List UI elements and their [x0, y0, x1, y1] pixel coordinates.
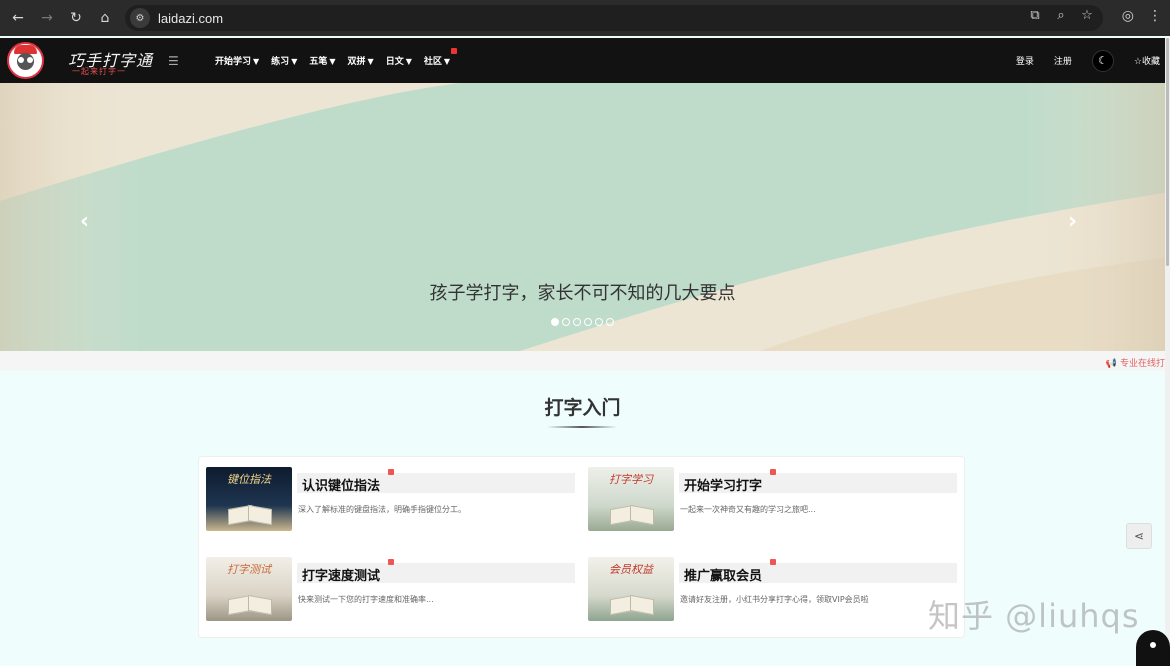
- page-scrollbar[interactable]: [1165, 38, 1170, 666]
- card-title[interactable]: 认识键位指法: [302, 475, 380, 494]
- carousel-next-icon[interactable]: ›: [1068, 209, 1077, 234]
- chevron-down-icon: ▼: [329, 57, 336, 66]
- card-description: 一起来一次神奇又有趣的学习之旅吧...: [680, 505, 816, 514]
- banner-caption[interactable]: 孩子学打字，家长不可不知的几大要点: [0, 279, 1165, 305]
- notice-text: 📢 专业在线打: [1106, 356, 1165, 369]
- site-logo[interactable]: [7, 42, 44, 79]
- menu-item-japanese[interactable]: 日文 ▼: [386, 54, 412, 67]
- favorite-link[interactable]: ☆收藏: [1134, 54, 1160, 67]
- carousel-dot[interactable]: [595, 318, 603, 326]
- menu-label: 社区: [423, 57, 442, 67]
- site-header: 巧手打字通 一起来打字一 ☰ 开始学习 ▼ 练习 ▼ 五笔 ▼ 双拼 ▼ 日文 ▼ 社区 ▼…: [0, 38, 1165, 83]
- zoom-icon[interactable]: ⌕: [1053, 8, 1069, 23]
- install-app-icon[interactable]: ⧉: [1027, 8, 1043, 23]
- carousel-dot[interactable]: [551, 318, 559, 326]
- banner-background: [0, 83, 1165, 351]
- carousel-prev-icon[interactable]: ‹: [80, 209, 89, 234]
- logo-face-shape: [17, 53, 34, 70]
- watermark: 知乎 @liuhqs: [928, 597, 1140, 635]
- reload-icon[interactable]: ↻: [65, 7, 87, 29]
- site-info-icon[interactable]: ⚙: [130, 8, 150, 28]
- book-icon: [228, 593, 272, 613]
- menu-item-practice[interactable]: 练习 ▼: [271, 54, 297, 67]
- carousel-indicators: [551, 318, 614, 326]
- section-title: 打字入门: [544, 397, 621, 419]
- menu-item-shuangpin[interactable]: 双拼 ▼: [348, 54, 374, 67]
- home-icon[interactable]: ⌂: [94, 7, 116, 29]
- theme-toggle-icon[interactable]: ☾: [1091, 49, 1114, 72]
- menu-item-start-learning[interactable]: 开始学习 ▼: [215, 54, 259, 67]
- login-link[interactable]: 登录: [1016, 54, 1034, 67]
- card-description: 深入了解标准的键盘指法，明确手指键位分工。: [298, 505, 466, 514]
- thumb-label: 打字测试: [227, 563, 271, 576]
- profile-icon[interactable]: ◎: [1122, 8, 1134, 24]
- card-keyboard-fingering[interactable]: 键位指法 认识键位指法 深入了解标准的键盘指法，明确手指键位分工。: [199, 457, 575, 531]
- menu-label: 日文: [385, 57, 404, 67]
- card-header: 认识键位指法: [297, 469, 575, 494]
- card-thumbnail[interactable]: 打字测试: [206, 557, 292, 621]
- menu-label: 练习: [271, 57, 290, 67]
- megaphone-icon: 📢: [1105, 359, 1120, 369]
- main-menu: 开始学习 ▼ 练习 ▼ 五笔 ▼ 双拼 ▼ 日文 ▼ 社区 ▼: [215, 48, 462, 67]
- card-speed-test[interactable]: 打字测试 打字速度测试 快来测试一下您的打字速度和准确率...: [199, 547, 575, 621]
- browser-toolbar: ← → ↻ ⌂ ⚙ laidazi.com ⧉ ⌕ ☆ ◎ ⋮: [0, 0, 1170, 36]
- bookmark-star-icon[interactable]: ☆: [1079, 8, 1095, 23]
- title-divider: [547, 426, 617, 428]
- book-icon: [610, 503, 654, 523]
- chevron-down-icon: ▼: [367, 57, 374, 66]
- mascot-widget[interactable]: [1136, 630, 1170, 666]
- thumb-label: 键位指法: [227, 473, 271, 486]
- menu-item-wubi[interactable]: 五笔 ▼: [309, 54, 335, 67]
- chevron-down-icon: ▼: [443, 57, 451, 66]
- card-description: 邀请好友注册，小红书分享打字心得，领取VIP会员啦: [680, 595, 869, 604]
- card-description: 快来测试一下您的打字速度和准确率...: [298, 595, 434, 604]
- hot-badge: [770, 559, 776, 565]
- menu-label: 双拼: [347, 57, 366, 67]
- scrollbar-thumb[interactable]: [1166, 38, 1169, 266]
- brand-subtitle: 一起来打字一: [72, 67, 126, 76]
- card-title[interactable]: 打字速度测试: [302, 565, 380, 584]
- card-grid: 键位指法 认识键位指法 深入了解标准的键盘指法，明确手指键位分工。 打字学习 开…: [198, 456, 965, 638]
- card-thumbnail[interactable]: 会员权益: [588, 557, 674, 621]
- carousel-dot[interactable]: [584, 318, 592, 326]
- card-header: 推广赢取会员: [679, 559, 957, 584]
- card-thumbnail[interactable]: 打字学习: [588, 467, 674, 531]
- hot-badge: [388, 559, 394, 565]
- card-header: 开始学习打字: [679, 469, 957, 494]
- address-bar[interactable]: ⚙ laidazi.com ⧉ ⌕ ☆: [125, 5, 1103, 31]
- carousel-dot[interactable]: [606, 318, 614, 326]
- book-icon: [610, 593, 654, 613]
- chevron-down-icon: ▼: [291, 57, 298, 66]
- thumb-label: 会员权益: [609, 563, 653, 576]
- chevron-down-icon: ▼: [253, 57, 260, 66]
- notice-strip: 📢 专业在线打: [0, 351, 1165, 371]
- banner-carousel[interactable]: ‹ › 孩子学打字，家长不可不知的几大要点: [0, 83, 1165, 351]
- card-title[interactable]: 开始学习打字: [684, 475, 762, 494]
- thumb-label: 打字学习: [609, 473, 653, 486]
- chevron-down-icon: ▼: [405, 57, 412, 66]
- forward-icon[interactable]: →: [36, 7, 58, 29]
- menu-label: 五笔: [309, 57, 328, 67]
- carousel-dot[interactable]: [573, 318, 581, 326]
- card-start-learning[interactable]: 打字学习 开始学习打字 一起来一次神奇又有趣的学习之旅吧...: [581, 457, 957, 531]
- card-header: 打字速度测试: [297, 559, 575, 584]
- register-link[interactable]: 注册: [1054, 54, 1072, 67]
- book-icon: [228, 503, 272, 523]
- card-title[interactable]: 推广赢取会员: [684, 565, 762, 584]
- more-menu-icon[interactable]: ⋮: [1148, 8, 1162, 24]
- menu-item-community[interactable]: 社区 ▼: [423, 48, 458, 67]
- card-thumbnail[interactable]: 键位指法: [206, 467, 292, 531]
- carousel-dot[interactable]: [562, 318, 570, 326]
- hot-badge: [451, 48, 458, 54]
- card-membership-promo[interactable]: 会员权益 推广赢取会员 邀请好友注册，小红书分享打字心得，领取VIP会员啦: [581, 547, 957, 621]
- notice-label: 专业在线打: [1119, 359, 1165, 369]
- hot-badge: [770, 469, 776, 475]
- hot-badge: [388, 469, 394, 475]
- menu-label: 开始学习: [215, 57, 252, 67]
- list-menu-icon[interactable]: ☰: [168, 54, 179, 68]
- share-icon[interactable]: ⋖: [1126, 523, 1152, 549]
- url-text[interactable]: laidazi.com: [158, 11, 223, 26]
- back-icon[interactable]: ←: [7, 7, 29, 29]
